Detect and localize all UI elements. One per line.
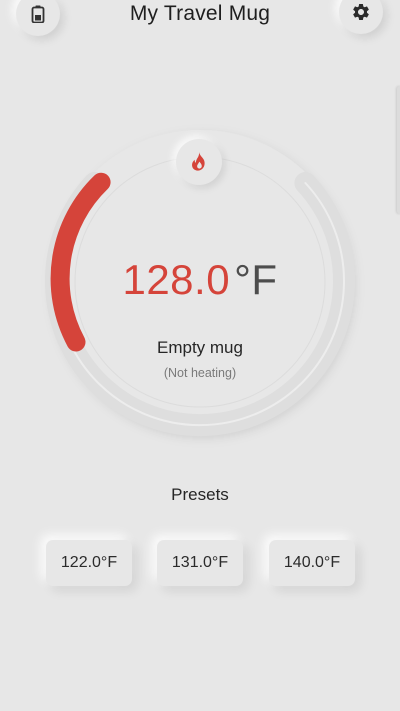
heating-status: (Not heating) bbox=[163, 366, 237, 380]
current-temperature: 128.0°F bbox=[0, 256, 400, 304]
preset-label: 140.0°F bbox=[283, 554, 341, 571]
preset-label: 122.0°F bbox=[60, 554, 118, 571]
flame-icon bbox=[192, 152, 205, 171]
preset-button-2[interactable]: 131.0°F bbox=[157, 540, 243, 586]
preset-button-1[interactable]: 122.0°F bbox=[46, 540, 132, 586]
preset-label: 131.0°F bbox=[171, 554, 229, 571]
presets-heading: Presets bbox=[171, 485, 229, 504]
preset-button-3[interactable]: 140.0°F bbox=[269, 540, 355, 586]
temperature-unit: °F bbox=[234, 256, 278, 303]
mug-status: Empty mug bbox=[157, 338, 243, 357]
temperature-value: 128.0 bbox=[122, 256, 231, 303]
heater-button[interactable] bbox=[176, 139, 222, 185]
